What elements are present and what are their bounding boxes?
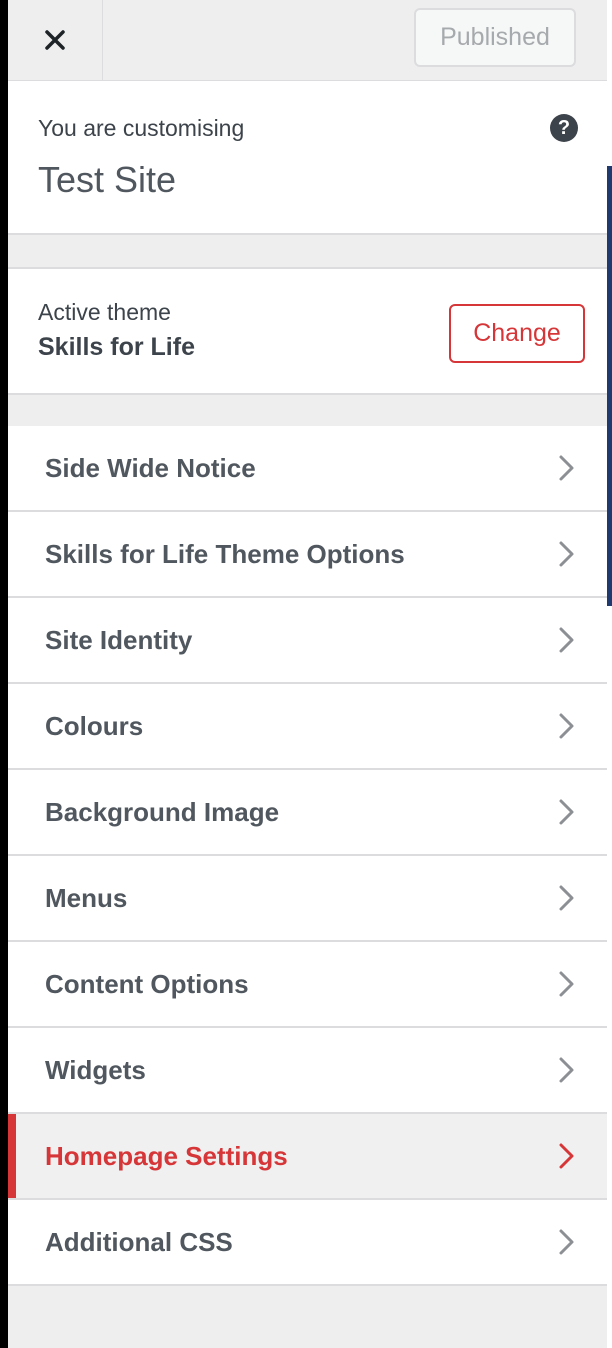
chevron-right-icon <box>559 541 574 567</box>
menu-item-additional-css[interactable]: Additional CSS <box>8 1200 607 1286</box>
menu-item-homepage-settings[interactable]: Homepage Settings <box>8 1114 607 1200</box>
menu-item-side-wide-notice[interactable]: Side Wide Notice <box>8 426 607 512</box>
preview-accent-strip <box>607 166 612 606</box>
menu-item-label: Additional CSS <box>45 1227 233 1257</box>
chevron-right-icon <box>559 799 574 825</box>
menu-item-label: Homepage Settings <box>45 1141 288 1171</box>
close-icon <box>45 30 65 50</box>
chevron-right-icon <box>559 1143 574 1169</box>
chevron-right-icon <box>559 713 574 739</box>
chevron-right-icon <box>559 455 574 481</box>
menu-item-menus[interactable]: Menus <box>8 856 607 942</box>
window-left-edge <box>0 0 8 1348</box>
menu-item-label: Colours <box>45 711 144 741</box>
active-theme-section: Active theme Skills for Life Change <box>8 267 607 395</box>
change-theme-button[interactable]: Change <box>449 304 585 363</box>
menu-item-background-image[interactable]: Background Image <box>8 770 607 856</box>
published-button: Published <box>414 8 576 67</box>
menu-item-content-options[interactable]: Content Options <box>8 942 607 1028</box>
menu-item-skills-for-life-theme-options[interactable]: Skills for Life Theme Options <box>8 512 607 598</box>
menu-item-site-identity[interactable]: Site Identity <box>8 598 607 684</box>
site-title: Test Site <box>38 159 177 200</box>
customising-info: You are customising Test Site ? <box>8 81 607 235</box>
theme-name: Skills for Life <box>38 333 195 361</box>
chevron-right-icon <box>559 627 574 653</box>
menu-item-colours[interactable]: Colours <box>8 684 607 770</box>
menu-item-label: Side Wide Notice <box>45 453 256 483</box>
chevron-right-icon <box>559 1057 574 1083</box>
help-icon[interactable]: ? <box>550 114 578 142</box>
customizer-menu: Side Wide Notice Skills for Life Theme Op… <box>8 426 607 1286</box>
menu-item-label: Widgets <box>45 1055 146 1085</box>
chevron-right-icon <box>559 971 574 997</box>
active-theme-label: Active theme <box>38 299 171 325</box>
menu-item-label: Menus <box>45 883 128 913</box>
chevron-right-icon <box>559 1229 574 1255</box>
menu-item-label: Content Options <box>45 969 249 999</box>
customising-label: You are customising <box>38 115 245 141</box>
menu-item-widgets[interactable]: Widgets <box>8 1028 607 1114</box>
close-button[interactable] <box>8 0 103 80</box>
customizer-panel: Published You are customising Test Site … <box>8 0 607 1348</box>
customizer-header: Published <box>8 0 607 81</box>
chevron-right-icon <box>559 885 574 911</box>
menu-item-label: Skills for Life Theme Options <box>45 539 405 569</box>
menu-item-label: Background Image <box>45 797 280 827</box>
menu-item-label: Site Identity <box>45 625 193 655</box>
